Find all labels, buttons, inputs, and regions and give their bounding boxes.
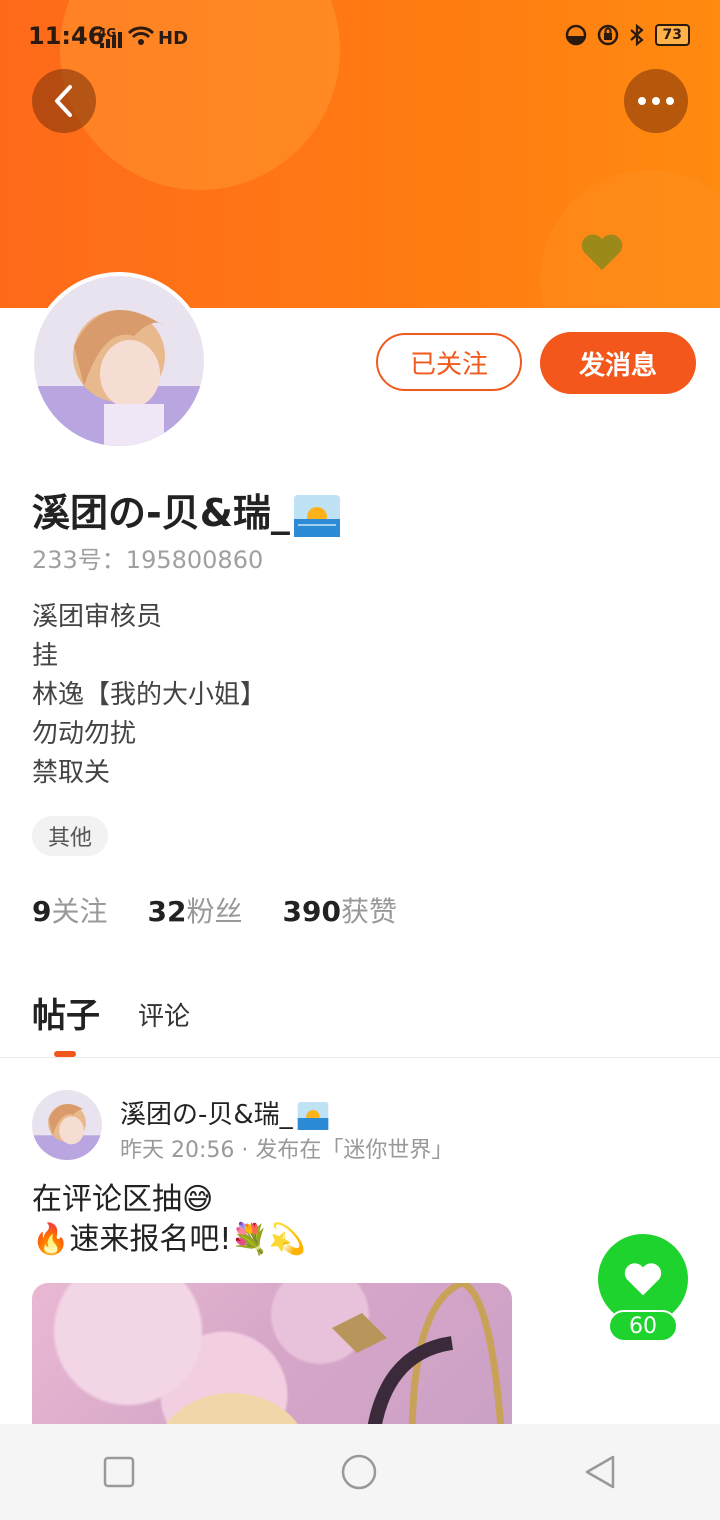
signal-icon (100, 32, 122, 48)
sunrise-emoji-icon (293, 494, 340, 537)
tab-posts[interactable]: 帖子 (32, 988, 100, 1037)
bio-line: 挂 (32, 641, 59, 671)
tab-comments[interactable]: 评论 (138, 996, 190, 1037)
content-tabs: 帖子 评论 (32, 988, 190, 1037)
wifi-icon (128, 26, 154, 45)
avatar[interactable] (34, 276, 204, 446)
lock-rotation-icon (597, 24, 618, 46)
user-id: 233号：195800860 (32, 546, 264, 574)
like-count-badge: 60 (608, 1310, 678, 1342)
chevron-left-icon (55, 85, 72, 117)
followed-button[interactable]: 已关注 (376, 333, 522, 391)
circle-icon[interactable] (340, 1453, 378, 1491)
profile-nickname: 溪团の-贝&瑞_ (32, 482, 340, 537)
sunrise-emoji-icon (297, 1101, 329, 1130)
post-author-name[interactable]: 溪团の-贝&瑞_ (120, 1094, 329, 1131)
stat-following[interactable]: 9关注 (32, 890, 108, 930)
data-saver-icon (565, 24, 586, 46)
back-button[interactable] (32, 69, 96, 133)
more-button[interactable] (624, 69, 688, 133)
bluetooth-icon (629, 24, 644, 46)
send-message-button[interactable]: 发消息 (540, 332, 696, 394)
square-icon[interactable] (103, 1456, 135, 1488)
triangle-back-icon[interactable] (583, 1454, 617, 1490)
post-image[interactable] (32, 1283, 512, 1443)
status-right-icons: 73 (565, 24, 690, 46)
bio-line: 禁取关 (32, 758, 111, 788)
bio-line: 林逸【我的大小姐】 (32, 680, 267, 710)
profile-tag[interactable]: 其他 (32, 816, 109, 856)
status-time: 11:46 (28, 22, 105, 50)
status-bar: 11:46 4G HD 73 (0, 0, 720, 72)
post-image-art (158, 1283, 506, 1443)
more-dots-icon (638, 97, 674, 105)
divider (0, 1057, 720, 1058)
bio-line: 勿动勿扰 (32, 719, 137, 749)
banner-glow (540, 170, 720, 308)
stat-fans[interactable]: 32粉丝 (148, 890, 243, 930)
post-line: 在评论区抽😅 (32, 1182, 214, 1217)
post-content[interactable]: 在评论区抽😅 🔥速来报名吧!💐💫 (32, 1180, 306, 1260)
avatar-image (34, 276, 204, 446)
bio-line: 溪团审核员 (32, 602, 163, 632)
battery-level: 73 (654, 24, 690, 46)
nickname-text: 溪团の-贝&瑞_ (32, 491, 290, 535)
avatar-image (32, 1090, 102, 1160)
profile-bio: 溪团审核员 挂 林逸【我的大小姐】 勿动勿扰 禁取关 (32, 598, 266, 793)
stat-likes[interactable]: 390获赞 (282, 890, 396, 930)
post-line: 🔥速来报名吧!💐💫 (32, 1222, 307, 1257)
heart-icon (624, 1263, 662, 1296)
profile-stats: 9关注 32粉丝 390获赞 (32, 890, 397, 930)
post-author-avatar[interactable] (32, 1090, 102, 1160)
post-author-text: 溪团の-贝&瑞_ (120, 1100, 293, 1130)
post-meta: 昨天 20:56 · 发布在「迷你世界」 (120, 1138, 454, 1163)
hd-label: HD (158, 28, 189, 49)
heart-icon (581, 234, 623, 271)
system-navigation-bar (0, 1424, 720, 1520)
